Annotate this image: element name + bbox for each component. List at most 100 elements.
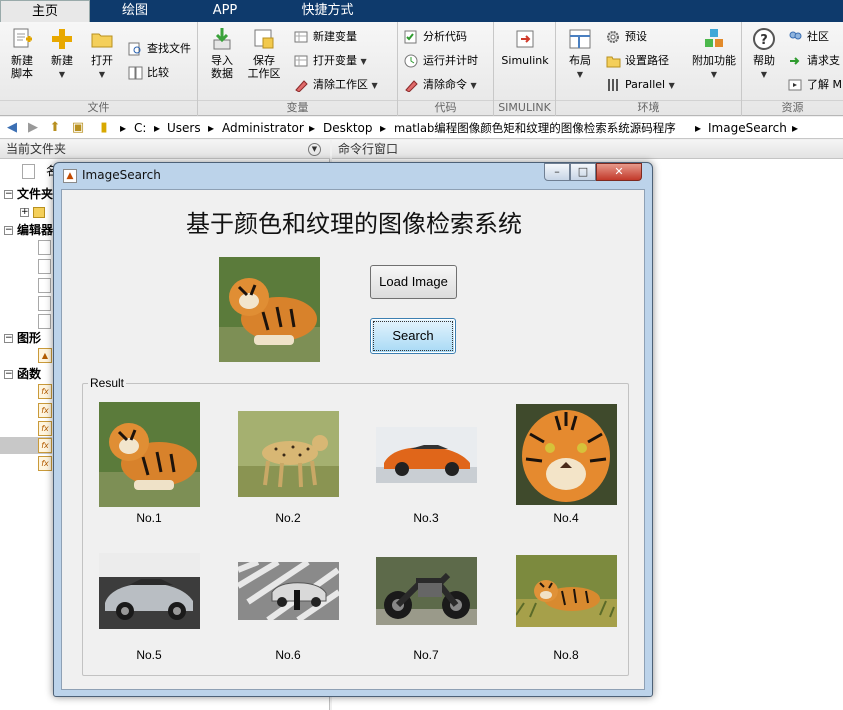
function-icon[interactable]: fx [38, 403, 52, 418]
file-icon[interactable] [38, 314, 51, 329]
open-variable-icon [294, 55, 308, 67]
add-ons-dropdown-icon[interactable]: ▼ [711, 70, 717, 79]
breadcrumb-administrator[interactable]: Administrator [222, 120, 304, 136]
breadcrumb-c[interactable]: C: [134, 120, 146, 136]
breadcrumb-imagesearch[interactable]: ImageSearch [708, 120, 787, 136]
breadcrumb-desktop[interactable]: Desktop [323, 120, 373, 136]
open-dropdown-icon[interactable]: ▼ [99, 70, 105, 79]
save-workspace-label: 保存 工作区 [247, 54, 281, 80]
help-button[interactable]: ? 帮助 ▼ [744, 26, 784, 81]
expander-icon[interactable]: + [20, 208, 29, 217]
query-image [219, 257, 320, 362]
result-image-5[interactable] [99, 553, 200, 629]
breadcrumb-sep: ▸ [120, 121, 127, 135]
breadcrumb-sep: ▸ [154, 121, 161, 135]
community-button[interactable]: 社区 [788, 28, 829, 46]
file-icon[interactable] [38, 240, 51, 255]
folder-icon: ▮ [100, 120, 108, 135]
compare-button[interactable]: 比较 [128, 64, 169, 82]
run-and-time-button[interactable]: 运行并计时 [404, 52, 478, 70]
tab-apps[interactable]: APP [180, 0, 270, 22]
load-image-button[interactable]: Load Image [370, 265, 457, 299]
result-group: Result No.1 No.2 No.3 No.4 No.5 No.6 No.… [82, 376, 629, 676]
expander-icon[interactable]: − [4, 226, 13, 235]
tree-functions-label: 函数 [17, 367, 42, 381]
layout-dropdown-icon[interactable]: ▼ [577, 70, 583, 79]
add-ons-button[interactable]: 附加功能 ▼ [688, 26, 740, 81]
search-button[interactable]: Search [370, 318, 456, 354]
panel-menu-icon[interactable]: ▼ [308, 143, 321, 156]
function-icon[interactable]: fx [38, 384, 52, 399]
parallel-dropdown-icon[interactable]: ▼ [669, 81, 675, 90]
result-image-8[interactable] [516, 555, 617, 627]
simulink-button[interactable]: Simulink [500, 26, 550, 67]
open-button[interactable]: 打开 ▼ [82, 26, 122, 81]
import-data-button[interactable]: 导入 数据 [202, 26, 242, 80]
function-icon[interactable]: fx [38, 438, 52, 453]
result-image-6[interactable] [238, 562, 339, 620]
plus-icon [52, 29, 72, 49]
breadcrumb-project[interactable]: matlab编程图像颜色矩和纹理的图像检索系统源码程序 [394, 120, 676, 136]
analyze-code-button[interactable]: 分析代码 [404, 28, 467, 46]
result-image-3[interactable] [376, 427, 477, 483]
clear-commands-dropdown-icon[interactable]: ▼ [471, 81, 477, 90]
save-workspace-button[interactable]: 保存 工作区 [244, 26, 284, 80]
new-variable-button[interactable]: 新建变量 [294, 28, 357, 46]
file-icon[interactable] [38, 259, 51, 274]
browse-folder-icon[interactable]: ▣ [70, 120, 86, 136]
layout-icon [569, 29, 591, 49]
result-image-4[interactable] [516, 404, 617, 505]
close-button[interactable]: ✕ [596, 163, 642, 181]
section-simulink: Simulink SIMULINK [494, 22, 556, 116]
forward-icon[interactable]: ▶ [25, 120, 41, 136]
breadcrumb-users[interactable]: Users [167, 120, 201, 136]
file-icon[interactable] [38, 296, 51, 311]
function-icon[interactable]: fx [38, 456, 52, 471]
clear-commands-button[interactable]: 清除命令 ▼ [404, 76, 477, 94]
file-icon [22, 164, 35, 179]
request-support-button[interactable]: 请求支 [788, 52, 840, 70]
result-image-7[interactable] [376, 557, 477, 625]
new-dropdown-icon[interactable]: ▼ [59, 70, 65, 79]
maximize-button[interactable]: □ [570, 163, 596, 181]
minimize-button[interactable]: – [544, 163, 570, 181]
support-icon [790, 57, 800, 65]
clear-workspace-label: 清除工作区 [313, 78, 368, 91]
open-variable-button[interactable]: 打开变量 ▼ [294, 52, 367, 70]
section-variable: 导入 数据 保存 工作区 新建变量 打开变量 ▼ 清除工作区 ▼ 变量 [198, 22, 398, 116]
breadcrumb-sep: ▸ [208, 121, 215, 135]
clear-workspace-dropdown-icon[interactable]: ▼ [372, 81, 378, 90]
tree-figures[interactable]: − 图形 [4, 330, 41, 347]
learn-more-button[interactable]: 了解 M [788, 76, 842, 94]
tree-subfolder[interactable]: + [20, 204, 45, 221]
open-variable-dropdown-icon[interactable]: ▼ [361, 57, 367, 66]
function-icon[interactable]: fx [38, 421, 52, 436]
expander-icon[interactable]: − [4, 370, 13, 379]
help-dropdown-icon[interactable]: ▼ [761, 70, 767, 79]
result-image-2[interactable] [238, 411, 339, 497]
tab-shortcuts[interactable]: 快捷方式 [270, 0, 385, 22]
expander-icon[interactable]: − [4, 190, 13, 199]
result-image-1[interactable] [99, 402, 200, 507]
preferences-button[interactable]: 预设 [606, 28, 647, 46]
tree-folders[interactable]: − 文件夹 [4, 186, 53, 203]
file-icon[interactable] [38, 278, 51, 293]
figure-icon[interactable]: ▲ [38, 348, 52, 363]
layout-button[interactable]: 布局 ▼ [560, 26, 600, 81]
section-resources: ? 帮助 ▼ 社区 请求支 了解 M 资源 [742, 22, 843, 116]
tree-functions[interactable]: − 函数 [4, 366, 41, 383]
tab-plots[interactable]: 绘图 [90, 0, 180, 22]
find-files-button[interactable]: 查找文件 [128, 40, 191, 58]
tree-editors[interactable]: − 编辑器 [4, 222, 53, 239]
expander-icon[interactable]: − [4, 334, 13, 343]
clear-workspace-button[interactable]: 清除工作区 ▼ [294, 76, 378, 94]
up-folder-icon[interactable]: ⬆ [47, 120, 63, 136]
new-script-button[interactable]: 新建 脚本 [2, 26, 42, 80]
section-label-simulink: SIMULINK [494, 100, 555, 114]
new-button[interactable]: 新建 ▼ [42, 26, 82, 81]
set-path-button[interactable]: 设置路径 [606, 52, 669, 70]
ribbon-tabbar: 主页 绘图 APP 快捷方式 [0, 0, 843, 22]
tab-home[interactable]: 主页 [0, 0, 90, 22]
back-icon[interactable]: ◀ [4, 120, 20, 136]
parallel-button[interactable]: Parallel ▼ [606, 76, 675, 94]
